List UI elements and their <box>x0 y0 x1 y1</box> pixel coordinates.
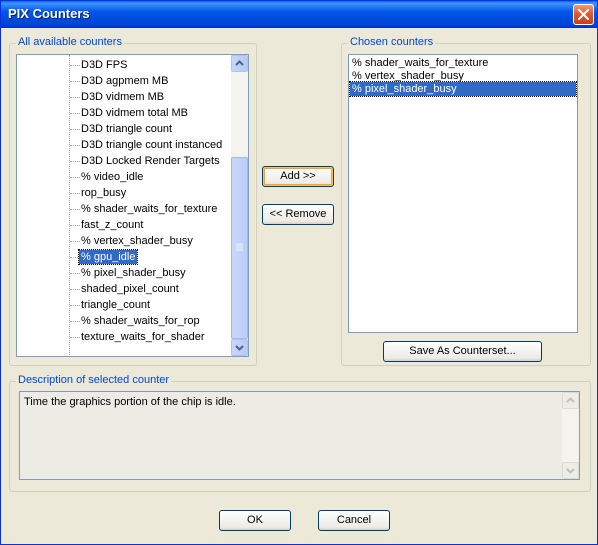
available-counter-item[interactable]: % vertex_shader_busy <box>79 234 195 248</box>
desc-scroll-down-button[interactable] <box>562 462 579 479</box>
available-counter-item[interactable]: D3D vidmem total MB <box>79 106 190 120</box>
chosen-counters-list[interactable]: % shader_waits_for_texture% vertex_shade… <box>348 54 578 333</box>
chosen-counter-item[interactable]: % pixel_shader_busy <box>349 81 577 97</box>
chosen-counter-item[interactable]: % shader_waits_for_texture <box>350 56 490 70</box>
title-bar[interactable]: PIX Counters <box>1 1 597 28</box>
scroll-up-arrow-icon <box>235 60 244 66</box>
save-counterset-button[interactable]: Save As Counterset... <box>383 341 542 362</box>
available-counter-item[interactable]: shaded_pixel_count <box>79 282 181 296</box>
ok-button[interactable]: OK <box>219 510 291 531</box>
remove-button[interactable]: << Remove <box>262 204 334 225</box>
scroll-grip-icon <box>236 243 243 251</box>
available-counter-item[interactable]: D3D triangle count instanced <box>79 138 224 152</box>
available-counter-item[interactable]: D3D FPS <box>79 58 129 72</box>
available-counter-item[interactable]: % video_idle <box>79 170 145 184</box>
available-counters-scrollbar[interactable] <box>231 55 248 356</box>
available-counter-item[interactable]: % shader_waits_for_texture <box>79 202 219 216</box>
close-button[interactable] <box>573 4 594 25</box>
available-counters-group: All available counters D3D FPS D3D agpmem… <box>9 36 257 366</box>
window-title: PIX Counters <box>8 6 90 21</box>
scroll-down-button[interactable] <box>231 339 248 356</box>
close-icon <box>578 9 589 20</box>
available-counter-item[interactable]: texture_waits_for_shader <box>79 330 207 344</box>
chosen-counters-label: Chosen counters <box>348 36 436 48</box>
available-counter-item[interactable]: D3D agpmem MB <box>79 74 170 88</box>
available-counter-item[interactable]: fast_z_count <box>79 218 145 232</box>
description-text: Time the graphics portion of the chip is… <box>24 396 236 408</box>
chosen-counter-item[interactable]: % vertex_shader_busy <box>350 69 466 83</box>
available-counter-item[interactable]: rop_busy <box>79 186 128 200</box>
scroll-thumb[interactable] <box>231 157 248 339</box>
add-button[interactable]: Add >> <box>262 166 334 187</box>
available-counters-label: All available counters <box>16 36 124 48</box>
available-counter-item[interactable]: % gpu_idle <box>77 249 139 265</box>
scroll-down-arrow-icon <box>566 468 575 474</box>
description-label: Description of selected counter <box>16 374 172 386</box>
available-counter-item[interactable]: D3D vidmem MB <box>79 90 166 104</box>
available-counters-tree[interactable]: D3D FPS D3D agpmem MB D3D vidmem MB D3D vid… <box>16 54 249 357</box>
available-counter-item[interactable]: D3D Locked Render Targets <box>79 154 222 168</box>
chosen-counters-group: Chosen counters % shader_waits_for_textu… <box>341 36 591 366</box>
scroll-up-button[interactable] <box>231 55 248 72</box>
description-scrollbar[interactable] <box>562 392 579 479</box>
available-counter-item[interactable]: % shader_waits_for_rop <box>79 314 202 328</box>
available-counter-item[interactable]: D3D triangle count <box>79 122 174 136</box>
desc-scroll-up-button[interactable] <box>562 392 579 409</box>
available-counter-item[interactable]: triangle_count <box>79 298 152 312</box>
scroll-down-arrow-icon <box>235 345 244 351</box>
scroll-up-arrow-icon <box>566 397 575 403</box>
description-group: Description of selected counter Time the… <box>9 374 591 492</box>
tree-guide-line <box>69 55 70 355</box>
cancel-button[interactable]: Cancel <box>318 510 390 531</box>
available-counter-item[interactable]: % pixel_shader_busy <box>79 266 188 280</box>
description-textbox[interactable]: Time the graphics portion of the chip is… <box>19 391 580 480</box>
pix-counters-dialog: PIX Counters All available counters D3D … <box>0 0 598 545</box>
